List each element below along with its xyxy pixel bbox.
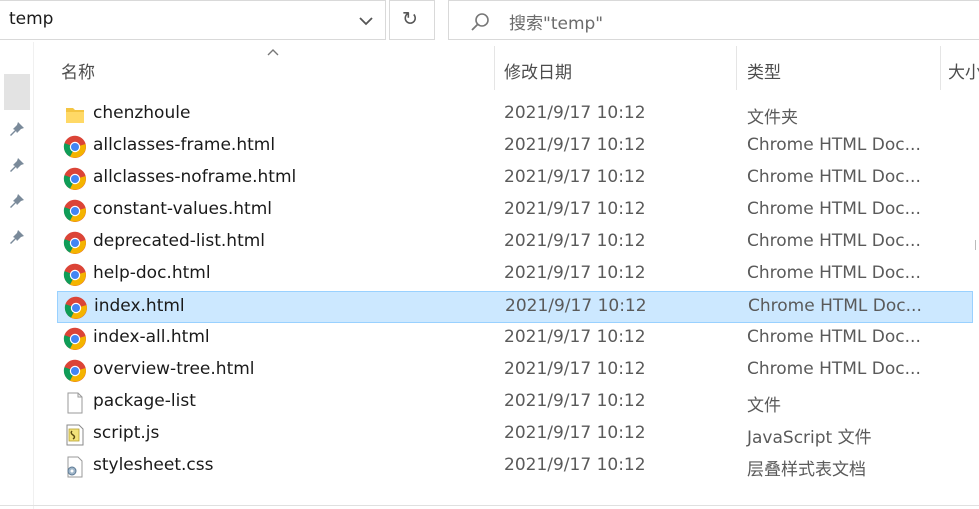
file-row[interactable]: help-doc.html 2021/9/17 10:12 Chrome HTM… bbox=[57, 259, 973, 291]
file-type: 文件 bbox=[747, 396, 781, 416]
file-name: package-list bbox=[93, 391, 196, 411]
navigation-pane bbox=[0, 42, 34, 509]
column-divider[interactable] bbox=[736, 46, 737, 90]
file-name: script.js bbox=[93, 423, 160, 443]
file-type: 文件夹 bbox=[747, 108, 798, 128]
column-header-date[interactable]: 修改日期 bbox=[504, 58, 572, 83]
file-row[interactable]: script.js 2021/9/17 10:12 JavaScript 文件 bbox=[57, 419, 973, 451]
pin-icon[interactable] bbox=[8, 156, 26, 174]
pin-icon[interactable] bbox=[8, 120, 26, 138]
pin-icon[interactable] bbox=[8, 228, 26, 246]
file-row[interactable]: index-all.html 2021/9/17 10:12 Chrome HT… bbox=[57, 323, 973, 355]
nav-selected-item[interactable] bbox=[4, 74, 30, 110]
column-header-name[interactable]: 名称 bbox=[61, 58, 95, 83]
file-row[interactable]: package-list 2021/9/17 10:12 文件 bbox=[57, 387, 973, 419]
file-name: constant-values.html bbox=[93, 199, 272, 219]
file-date: 2021/9/17 10:12 bbox=[504, 167, 646, 187]
file-type: Chrome HTML Doc... bbox=[747, 199, 921, 219]
file-date: 2021/9/17 10:12 bbox=[504, 263, 646, 283]
file-type: Chrome HTML Doc... bbox=[747, 263, 921, 283]
file-date: 2021/9/17 10:12 bbox=[504, 327, 646, 347]
file-row[interactable]: allclasses-noframe.html 2021/9/17 10:12 … bbox=[57, 163, 973, 195]
chrome-icon bbox=[63, 231, 87, 255]
file-type: Chrome HTML Doc... bbox=[747, 135, 921, 155]
chrome-icon bbox=[63, 327, 87, 351]
file-date: 2021/9/17 10:12 bbox=[504, 359, 646, 379]
file-date: 2021/9/17 10:12 bbox=[504, 391, 646, 411]
css-file-icon bbox=[63, 455, 87, 479]
chrome-icon bbox=[63, 359, 87, 383]
column-header-type[interactable]: 类型 bbox=[747, 58, 781, 83]
file-type: JavaScript 文件 bbox=[747, 428, 872, 448]
column-header-size[interactable]: 大小 bbox=[948, 58, 979, 83]
scroll-edge bbox=[975, 240, 979, 250]
chevron-down-icon[interactable] bbox=[356, 11, 376, 31]
file-name: help-doc.html bbox=[93, 263, 211, 283]
file-name: index.html bbox=[94, 296, 185, 316]
column-divider[interactable] bbox=[494, 46, 495, 90]
file-name: index-all.html bbox=[93, 327, 210, 347]
address-path: temp bbox=[9, 9, 54, 29]
file-row[interactable]: deprecated-list.html 2021/9/17 10:12 Chr… bbox=[57, 227, 973, 259]
chrome-icon bbox=[63, 135, 87, 159]
file-name: chenzhoule bbox=[93, 103, 191, 123]
file-row[interactable]: chenzhoule 2021/9/17 10:12 文件夹 bbox=[57, 99, 973, 131]
chrome-icon bbox=[64, 296, 88, 320]
pin-icon[interactable] bbox=[8, 192, 26, 210]
file-date: 2021/9/17 10:12 bbox=[504, 103, 646, 123]
column-divider[interactable] bbox=[940, 46, 941, 90]
file-name: allclasses-noframe.html bbox=[93, 167, 297, 187]
file-row-selected[interactable]: index.html 2021/9/17 10:12 Chrome HTML D… bbox=[57, 291, 973, 323]
address-bar[interactable]: temp bbox=[0, 0, 386, 40]
file-date: 2021/9/17 10:12 bbox=[504, 135, 646, 155]
refresh-icon: ↻ bbox=[402, 8, 418, 30]
folder-icon bbox=[63, 103, 87, 127]
file-type: Chrome HTML Doc... bbox=[748, 296, 922, 316]
file-type: Chrome HTML Doc... bbox=[747, 327, 921, 347]
chrome-icon bbox=[63, 167, 87, 191]
file-type: Chrome HTML Doc... bbox=[747, 167, 921, 187]
bottom-border bbox=[0, 505, 979, 506]
javascript-file-icon bbox=[63, 423, 87, 447]
toolbar: temp ↻ 搜索"temp" bbox=[0, 0, 979, 42]
file-date: 2021/9/17 10:12 bbox=[504, 423, 646, 443]
file-name: allclasses-frame.html bbox=[93, 135, 276, 155]
search-box[interactable]: 搜索"temp" bbox=[448, 0, 979, 40]
chrome-icon bbox=[63, 263, 87, 287]
file-type: 层叠样式表文档 bbox=[747, 460, 866, 480]
sort-ascending-icon bbox=[267, 49, 279, 56]
file-name: stylesheet.css bbox=[93, 455, 214, 475]
file-date: 2021/9/17 10:12 bbox=[504, 231, 646, 251]
search-input[interactable]: 搜索"temp" bbox=[509, 9, 603, 34]
refresh-button[interactable]: ↻ bbox=[389, 0, 435, 40]
chrome-icon bbox=[63, 199, 87, 223]
file-type: Chrome HTML Doc... bbox=[747, 359, 921, 379]
file-date: 2021/9/17 10:12 bbox=[504, 199, 646, 219]
file-row[interactable]: constant-values.html 2021/9/17 10:12 Chr… bbox=[57, 195, 973, 227]
file-row[interactable]: stylesheet.css 2021/9/17 10:12 层叠样式表文档 bbox=[57, 451, 973, 483]
file-date: 2021/9/17 10:12 bbox=[504, 455, 646, 475]
column-header-row: 名称 修改日期 类型 大小 bbox=[33, 46, 979, 94]
blank-file-icon bbox=[63, 391, 87, 415]
file-name: overview-tree.html bbox=[93, 359, 255, 379]
search-icon bbox=[471, 13, 489, 31]
file-date: 2021/9/17 10:12 bbox=[505, 296, 647, 316]
file-name: deprecated-list.html bbox=[93, 231, 266, 251]
file-type: Chrome HTML Doc... bbox=[747, 231, 921, 251]
file-row[interactable]: overview-tree.html 2021/9/17 10:12 Chrom… bbox=[57, 355, 973, 387]
file-row[interactable]: allclasses-frame.html 2021/9/17 10:12 Ch… bbox=[57, 131, 973, 163]
